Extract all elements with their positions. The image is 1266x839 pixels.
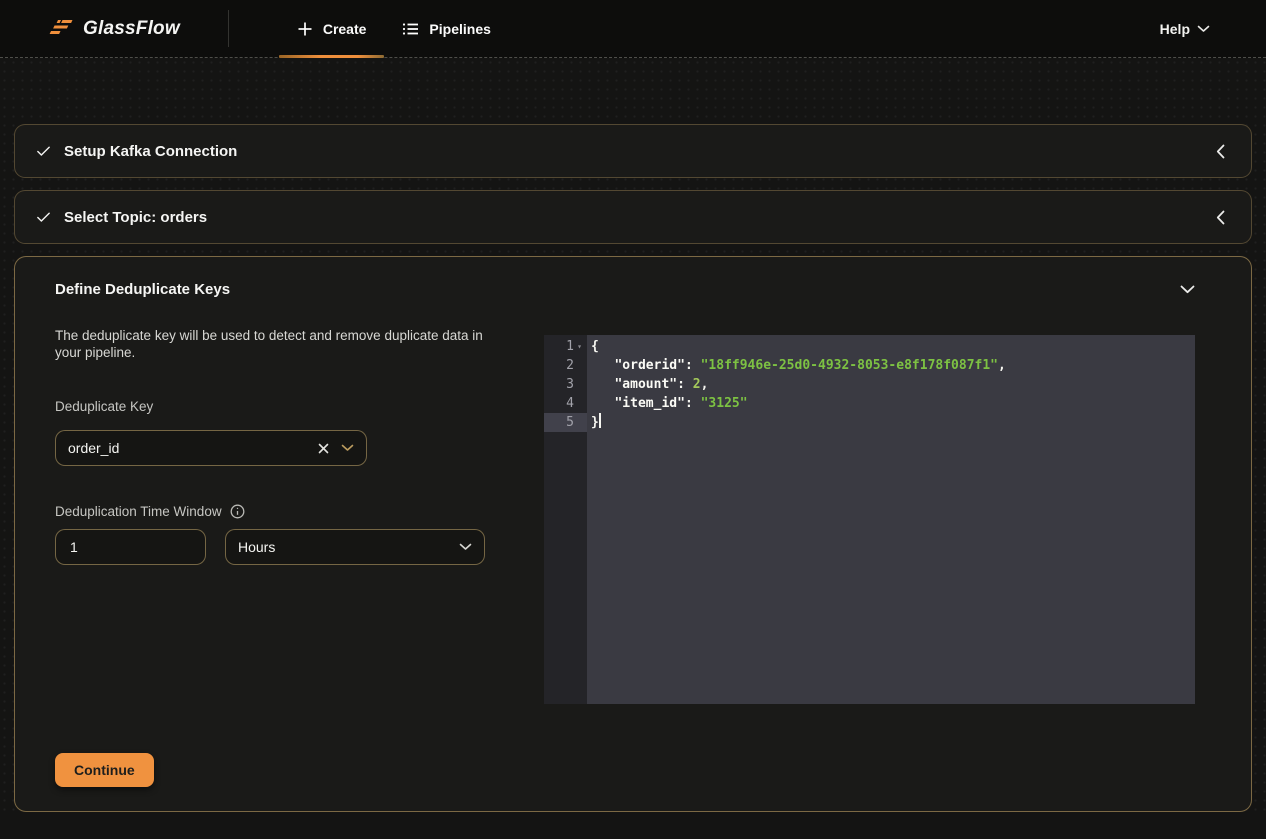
nav-divider [228,10,229,47]
tab-create-label: Create [323,21,367,37]
info-icon[interactable] [230,504,245,519]
tab-pipelines[interactable]: Pipelines [384,0,508,57]
code-line: "item_id": "3125" [587,394,1195,413]
section-title: Setup Kafka Connection [64,143,237,160]
chevron-down-icon[interactable] [341,444,354,452]
time-window-unit-select[interactable]: Hours [225,529,485,565]
deduplicate-key-select[interactable]: order_id [55,430,367,466]
check-icon [35,143,52,160]
dedup-description: The deduplicate key will be used to dete… [55,327,485,361]
sample-event-json-editor[interactable]: 1▾2345 { "orderid": "18ff946e-25d0-4932-… [544,335,1195,704]
glassflow-logo-icon [48,19,74,39]
clear-selection-icon[interactable] [318,443,329,454]
code-line: "orderid": "18ff946e-25d0-4932-8053-e8f1… [587,356,1195,375]
editor-gutter: 1▾2345 [544,335,587,704]
help-label: Help [1160,21,1190,37]
brand-logo[interactable]: GlassFlow [48,0,180,57]
dedup-form: The deduplicate key will be used to dete… [55,321,485,565]
selected-key-value: order_id [68,440,318,456]
time-window-label: Deduplication Time Window [55,504,222,519]
section-header[interactable]: Define Deduplicate Keys [55,257,1195,321]
section-title: Define Deduplicate Keys [55,281,230,298]
text-cursor [599,413,601,428]
top-nav: GlassFlow Create Pi [0,0,1266,58]
section-kafka-connection[interactable]: Setup Kafka Connection [14,124,1252,178]
selected-unit-value: Hours [238,539,275,555]
gutter-line-number: 1▾ [544,337,587,356]
gutter-line-number: 4 [544,394,587,413]
tab-pipelines-label: Pipelines [429,21,490,37]
section-body: The deduplicate key will be used to dete… [55,321,1195,704]
time-window-label-row: Deduplication Time Window [55,504,485,519]
editor-code[interactable]: { "orderid": "18ff946e-25d0-4932-8053-e8… [587,335,1195,704]
code-line: { [587,337,1195,356]
continue-button[interactable]: Continue [55,753,154,787]
deduplicate-key-label: Deduplicate Key [55,399,485,414]
gutter-line-number: 5 [544,413,587,432]
gutter-line-number: 2 [544,356,587,375]
chevron-down-icon[interactable] [459,543,472,551]
chevron-left-icon [1216,210,1225,225]
gutter-line-number: 3 [544,375,587,394]
nav-tabs: Create Pipelines [279,0,509,57]
help-menu[interactable]: Help [1160,0,1210,57]
code-line: "amount": 2, [587,375,1195,394]
main-content: Setup Kafka Connection Select Topic: ord… [0,58,1266,812]
time-window-row: Hours [55,529,485,565]
code-line: } [587,413,1195,432]
check-icon [35,209,52,226]
section-title: Select Topic: orders [64,209,207,226]
section-select-topic[interactable]: Select Topic: orders [14,190,1252,244]
brand-name: GlassFlow [83,18,180,40]
chevron-down-icon [1180,285,1195,294]
plus-icon [297,21,313,37]
chevron-down-icon [1197,25,1210,33]
list-icon [402,21,419,37]
section-define-deduplicate-keys: Define Deduplicate Keys The deduplicate … [14,256,1252,812]
chevron-left-icon [1216,144,1225,159]
fold-arrow-icon[interactable]: ▾ [574,337,585,356]
time-window-value-input[interactable] [55,529,206,565]
tab-create[interactable]: Create [279,0,385,57]
